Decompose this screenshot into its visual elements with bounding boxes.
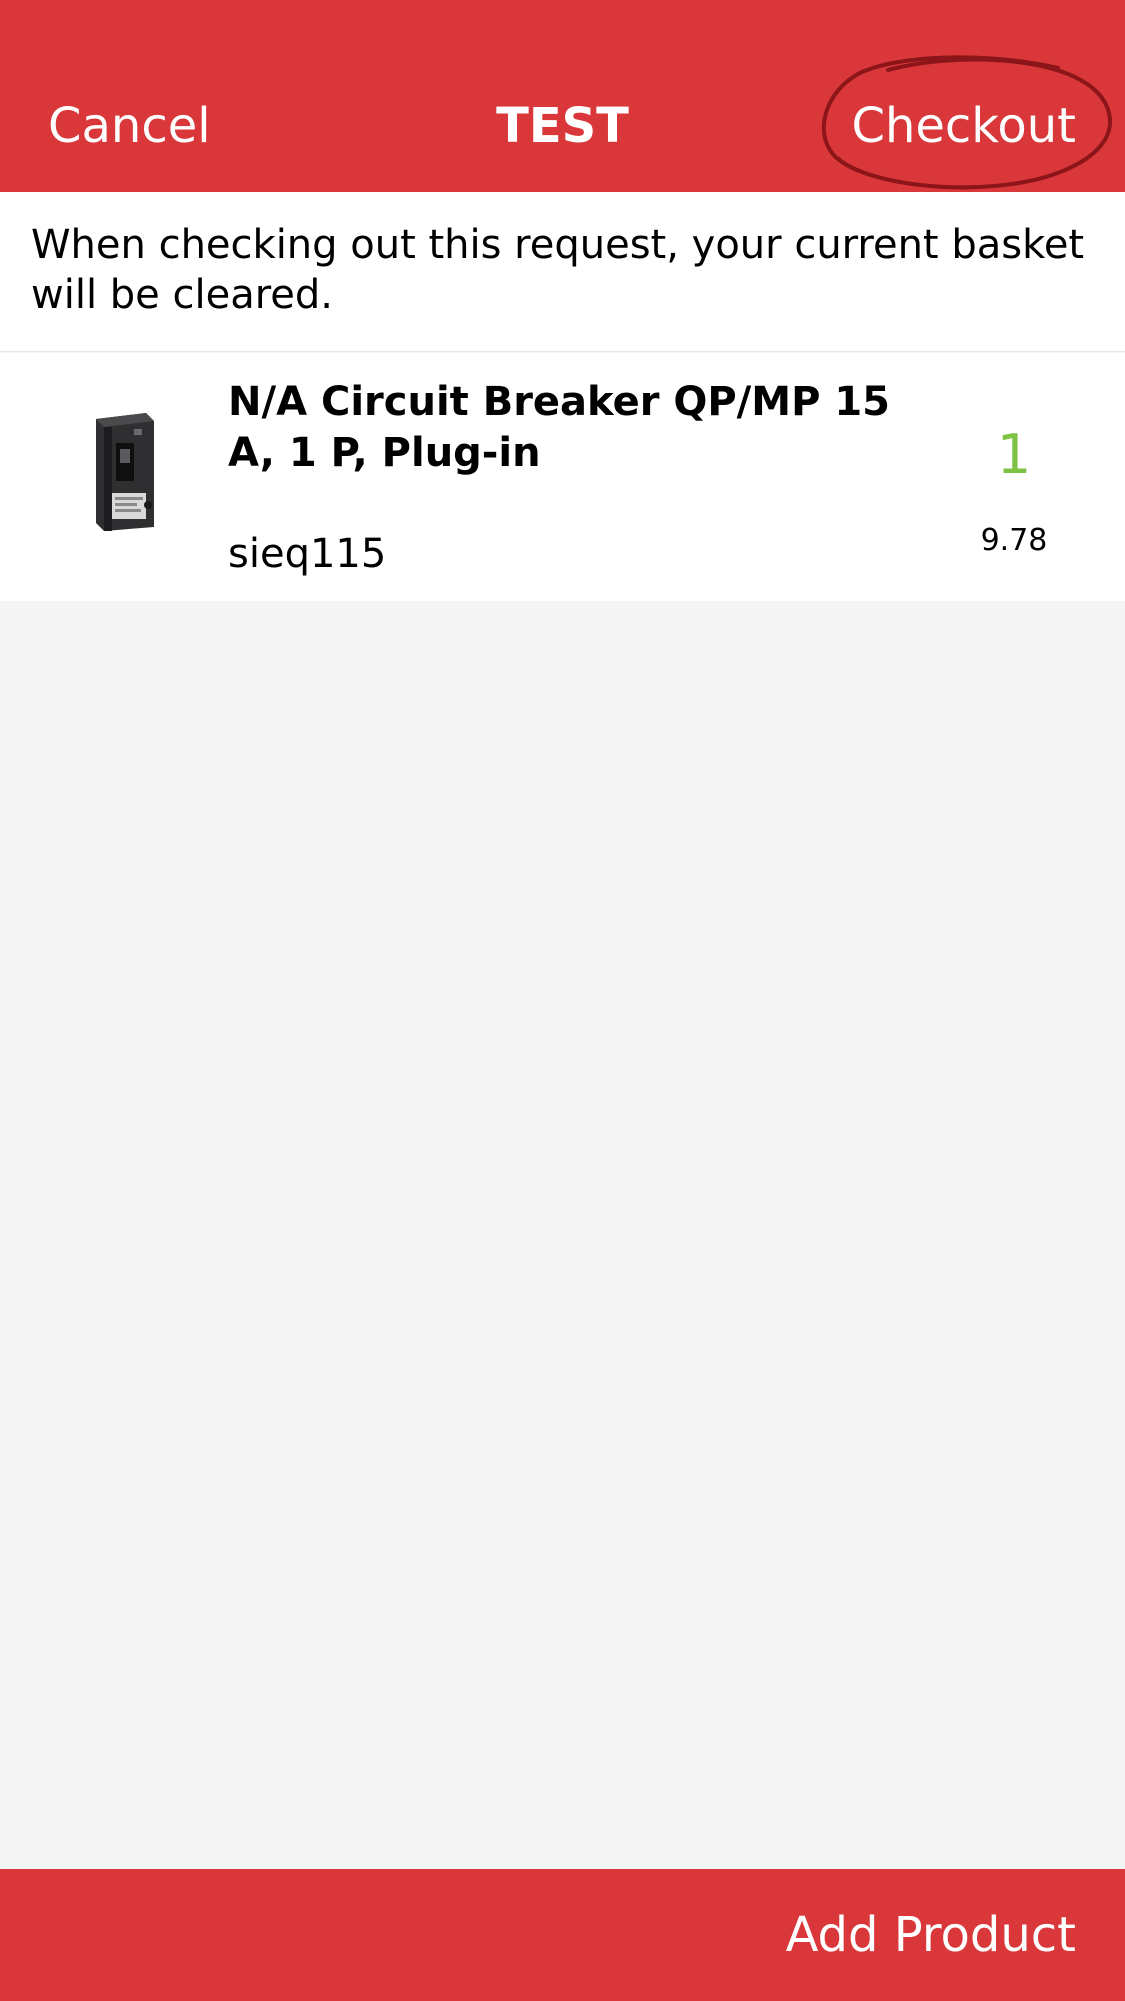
app: Cancel TEST Checkout When checking out t… [0, 0, 1125, 2001]
product-quantity: 1 [996, 423, 1032, 486]
bottom-toolbar: Add Product [0, 1869, 1125, 2001]
product-sku: sieq115 [228, 531, 387, 577]
notice-text: When checking out this request, your cur… [31, 222, 1085, 318]
notice-banner: When checking out this request, your cur… [0, 192, 1125, 352]
navigation-bar: Cancel TEST Checkout [0, 0, 1125, 192]
product-price: 9.78 [980, 523, 1048, 558]
checkout-button[interactable]: Checkout [851, 96, 1076, 156]
circuit-breaker-icon [96, 413, 154, 531]
product-title: N/A Circuit Breaker QP/MP 15 A, 1 P, Plu… [228, 379, 890, 476]
list-item[interactable]: N/A Circuit Breaker QP/MP 15 A, 1 P, Plu… [0, 353, 1125, 601]
add-product-button[interactable]: Add Product [786, 1905, 1076, 1965]
